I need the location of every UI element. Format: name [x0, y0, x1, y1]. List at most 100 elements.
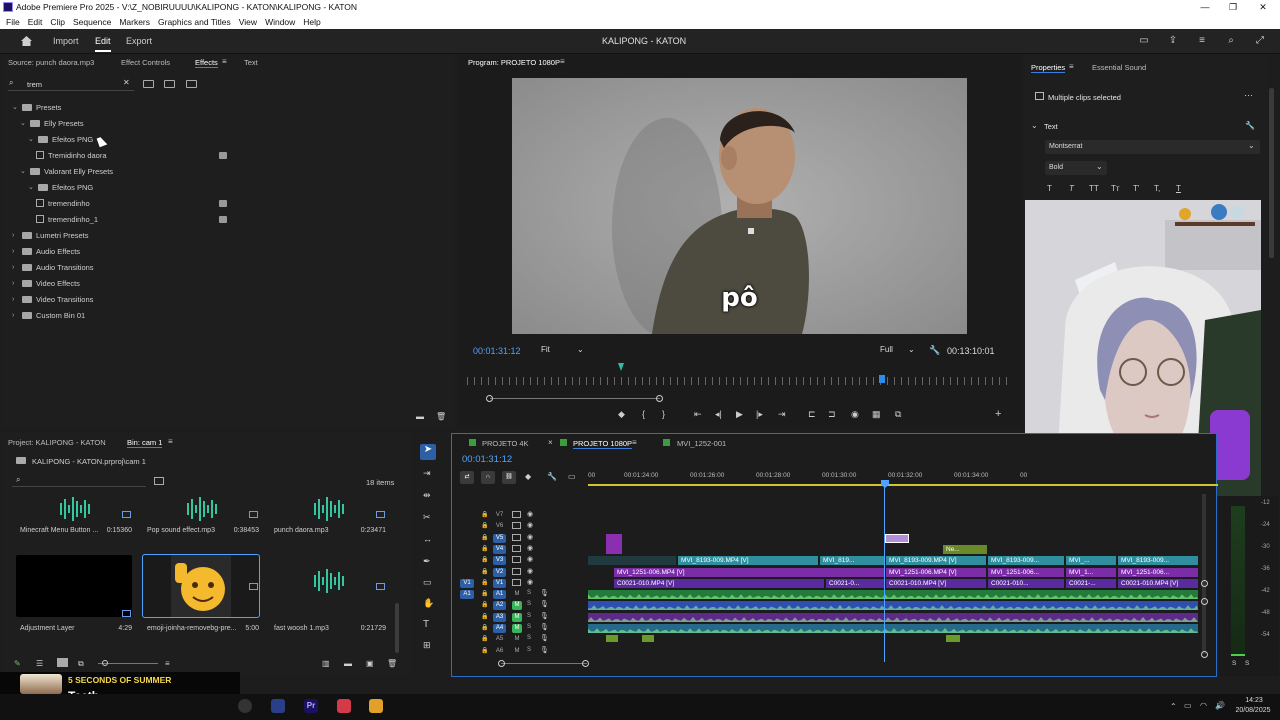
menu-clip[interactable]: Clip: [50, 17, 65, 27]
timeline-clip[interactable]: MVI_8193-009...: [1118, 556, 1198, 566]
zoom-bar[interactable]: [490, 398, 660, 399]
slider-handle[interactable]: [102, 660, 108, 666]
lock-icon[interactable]: 🔒: [481, 601, 488, 608]
scroll-handle[interactable]: [1201, 580, 1208, 587]
timeline-clip[interactable]: MVI_1...: [1066, 567, 1116, 577]
proxy-toggle-icon[interactable]: ⧉: [895, 409, 901, 420]
solo-toggle[interactable]: S: [527, 624, 531, 630]
small-caps-button[interactable]: Tт: [1111, 184, 1120, 193]
panel-layout-icon[interactable]: ▭: [1138, 35, 1150, 47]
export-frame-icon[interactable]: ◉: [851, 409, 859, 420]
effects-preset[interactable]: tremendinho_1: [36, 212, 98, 226]
timeline-clip[interactable]: MVI_1251-006.MP4 [V]: [886, 567, 986, 577]
list-view-icon[interactable]: ☰: [36, 659, 43, 668]
tab-bin[interactable]: Bin: cam 1: [127, 438, 163, 448]
track-target-toggle[interactable]: V6: [493, 522, 506, 531]
32bit-effects-icon[interactable]: [164, 80, 175, 88]
new-bin-icon[interactable]: ▬: [344, 659, 352, 668]
workspace-edit[interactable]: Edit: [95, 36, 111, 52]
tray-chevron-icon[interactable]: ⌃: [1170, 702, 1177, 711]
premiere-taskbar-icon[interactable]: Pr: [304, 699, 318, 713]
lock-icon[interactable]: 🔒: [481, 590, 488, 597]
solo-toggle[interactable]: S: [527, 635, 531, 641]
monitor-time-ruler[interactable]: [467, 377, 1013, 385]
superscript-button[interactable]: T': [1133, 184, 1139, 193]
lock-icon[interactable]: 🔒: [481, 522, 488, 529]
monitor-menu-icon[interactable]: ≡: [560, 57, 565, 66]
lock-icon[interactable]: 🔒: [481, 534, 488, 541]
lock-icon[interactable]: 🔒: [481, 624, 488, 631]
bin-scrollbar[interactable]: [395, 603, 399, 653]
effects-folder[interactable]: › Custom Bin 01: [12, 308, 85, 322]
mute-toggle[interactable]: M: [512, 635, 522, 644]
hand-tool-icon[interactable]: ✋: [423, 598, 434, 609]
tab-project[interactable]: Project: KALIPONG - KATON: [8, 438, 106, 447]
timeline-clip[interactable]: Ne...: [943, 544, 987, 554]
tab-menu-icon[interactable]: ≡: [632, 438, 637, 447]
work-area-bar[interactable]: [588, 484, 1218, 486]
program-monitor-title[interactable]: Program: PROJETO 1080P: [468, 58, 560, 67]
selection-tool-icon[interactable]: ➤: [420, 444, 436, 460]
effects-preset[interactable]: tremendinho: [36, 196, 90, 210]
mark-out-icon[interactable]: }: [662, 409, 665, 419]
wifi-icon[interactable]: ◠: [1200, 701, 1207, 710]
tab-effect-controls[interactable]: Effect Controls: [121, 58, 170, 67]
tab-projeto-1080p[interactable]: PROJETO 1080P: [573, 439, 633, 449]
bin-item[interactable]: emoji-joinha-removebg-pre... 5:00: [141, 554, 261, 641]
audio-clip-waveform[interactable]: [588, 601, 1198, 611]
menu-file[interactable]: File: [6, 17, 20, 27]
comparison-view-icon[interactable]: ▦: [872, 409, 881, 420]
tab-essential-sound[interactable]: Essential Sound: [1092, 63, 1146, 72]
effects-preset[interactable]: Tremidinho daora: [36, 148, 107, 162]
eye-icon[interactable]: ◉: [527, 578, 533, 586]
tray-icon[interactable]: ▭: [1184, 701, 1192, 710]
slip-tool-icon[interactable]: ↔: [423, 534, 432, 544]
eye-icon[interactable]: ◉: [527, 544, 533, 552]
chevron-down-icon[interactable]: ⌄: [28, 135, 36, 143]
timeline-ruler[interactable]: 00 00:01:24:00 00:01:26:00 00:01:28:00 00:01…: [588, 470, 1218, 486]
menu-edit[interactable]: Edit: [28, 17, 43, 27]
eye-icon[interactable]: ◉: [527, 555, 533, 563]
automate-sequence-icon[interactable]: ▥: [322, 659, 330, 668]
track-area[interactable]: Ne... MVI_8193-009.MP4 [V] MVI_819... MVI_8…: [588, 510, 1198, 660]
tab-menu-icon[interactable]: ≡: [222, 57, 227, 66]
track-target-toggle[interactable]: V7: [493, 511, 506, 520]
clock-date[interactable]: 20/08/2025: [1230, 707, 1276, 714]
timeline-clip[interactable]: [606, 533, 622, 554]
zoom-handle-left[interactable]: [486, 395, 493, 402]
razor-tool-icon[interactable]: ✂: [423, 512, 431, 523]
add-button-icon[interactable]: +: [995, 408, 1001, 420]
workspace-menu-icon[interactable]: ≡: [1196, 35, 1208, 47]
timeline-clip[interactable]: [642, 635, 654, 643]
timeline-vertical-scrollbar[interactable]: [1202, 494, 1206, 654]
subscript-button[interactable]: T,: [1154, 184, 1160, 193]
volume-icon[interactable]: 🔊: [1215, 701, 1225, 710]
track-target-toggle[interactable]: V3: [493, 556, 506, 566]
effects-folder[interactable]: ⌄ Valorant Elly Presets: [20, 164, 113, 178]
lock-icon[interactable]: 🔒: [481, 647, 488, 654]
timeline-clip[interactable]: [606, 635, 618, 643]
effects-folder[interactable]: › Audio Transitions: [12, 260, 94, 274]
all-caps-button[interactable]: TT: [1089, 184, 1099, 193]
solo-toggle[interactable]: S: [527, 601, 531, 607]
audio-clip-waveform[interactable]: [588, 590, 1198, 600]
bin-item[interactable]: Adjustment Layer 4:29: [14, 555, 134, 641]
lock-icon[interactable]: 🔒: [481, 568, 488, 575]
sync-lock-icon[interactable]: [512, 567, 521, 575]
mark-in-icon[interactable]: {: [642, 409, 645, 419]
delete-icon[interactable]: 🗑: [387, 659, 397, 668]
microphone-icon[interactable]: 🎙: [540, 634, 549, 642]
freeform-view-icon[interactable]: ⧉: [78, 659, 84, 669]
zoom-handle-left[interactable]: [498, 660, 505, 667]
playhead-handle[interactable]: [881, 480, 889, 488]
track-target-toggle[interactable]: A5: [493, 635, 506, 644]
effects-folder[interactable]: ⌄ Presets: [12, 100, 61, 114]
effects-search-field[interactable]: ⌕ trem ✕: [8, 77, 134, 91]
menu-window[interactable]: Window: [265, 17, 295, 27]
track-target-toggle[interactable]: V5: [493, 533, 506, 543]
track-target-toggle[interactable]: V1: [493, 578, 506, 588]
menu-help[interactable]: Help: [303, 17, 320, 27]
lift-icon[interactable]: ⊏: [808, 409, 816, 420]
timeline-clip[interactable]: MVI_8193-009...: [988, 556, 1064, 566]
zoom-handle-right[interactable]: [656, 395, 663, 402]
